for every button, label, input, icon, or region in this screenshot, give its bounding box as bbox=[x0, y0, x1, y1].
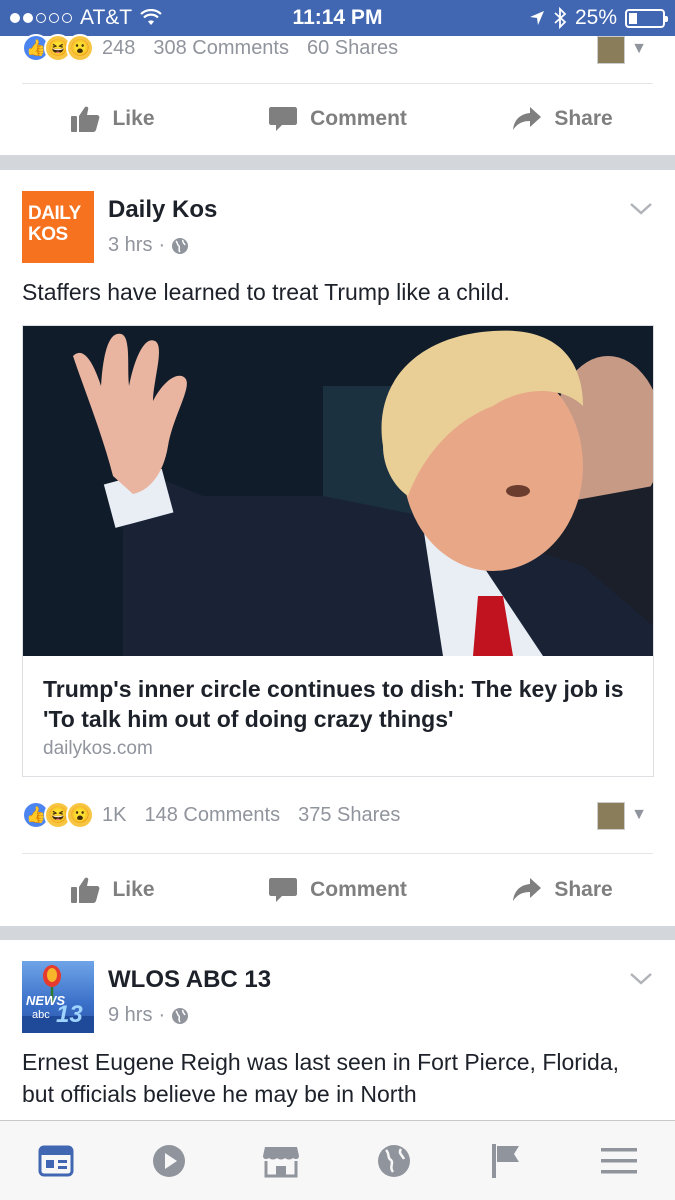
post-meta: 3 hrs · bbox=[108, 234, 189, 257]
thumbs-up-icon bbox=[71, 106, 100, 132]
chevron-down-icon[interactable]: ▼ bbox=[631, 806, 647, 824]
action-row: Like Comment Share bbox=[0, 84, 675, 154]
location-arrow-icon bbox=[529, 11, 544, 25]
wlos-logo[interactable]: NEWS abc 13 bbox=[22, 961, 94, 1033]
comment-button[interactable]: Comment bbox=[225, 876, 450, 904]
comment-icon bbox=[269, 878, 298, 902]
post-meta: 9 hrs · bbox=[108, 1004, 189, 1027]
dailykos-post-card: DAILY KOS Daily Kos 3 hrs · Staffers hav… bbox=[0, 170, 675, 926]
page-name[interactable]: WLOS ABC 13 bbox=[108, 966, 271, 994]
tab-globe[interactable] bbox=[364, 1131, 424, 1191]
tab-marketplace[interactable] bbox=[251, 1131, 311, 1191]
tab-video[interactable] bbox=[139, 1131, 199, 1191]
reaction-count: 248 bbox=[102, 36, 136, 59]
post-time[interactable]: 9 hrs bbox=[108, 1004, 152, 1027]
logo-text-line2: KOS bbox=[28, 224, 68, 245]
page-name[interactable]: Daily Kos bbox=[108, 196, 217, 224]
globe-icon bbox=[172, 1007, 189, 1024]
comment-label: Comment bbox=[310, 878, 407, 901]
tab-menu[interactable] bbox=[589, 1131, 649, 1191]
reactions-summary[interactable]: 👍 😆 😮 1K 148 Comments 375 Shares bbox=[22, 801, 400, 829]
post-text: Ernest Eugene Reigh was last seen in For… bbox=[22, 1049, 620, 1107]
globe-icon bbox=[377, 1144, 410, 1177]
divider bbox=[22, 853, 653, 854]
play-video-icon bbox=[152, 1144, 185, 1177]
news-feed-icon bbox=[38, 1145, 74, 1176]
battery-percent: 25% bbox=[574, 6, 617, 29]
share-label: Share bbox=[554, 878, 613, 901]
comments-count[interactable]: 148 Comments bbox=[144, 804, 280, 827]
like-label: Like bbox=[112, 878, 155, 901]
previous-post-card: 👍 😆 😮 248 308 Comments 60 Shares ▼ Like … bbox=[0, 34, 675, 155]
link-preview-image bbox=[23, 326, 653, 656]
logo-abc-text: abc bbox=[32, 1009, 50, 1021]
thumbs-up-icon bbox=[71, 877, 100, 903]
shares-count[interactable]: 60 Shares bbox=[307, 37, 398, 60]
action-row: Like Comment Share bbox=[0, 855, 675, 925]
bluetooth-icon bbox=[554, 7, 567, 29]
share-label: Share bbox=[554, 107, 613, 130]
like-button[interactable]: Like bbox=[0, 876, 225, 904]
share-arrow-icon bbox=[513, 878, 542, 901]
shares-count[interactable]: 375 Shares bbox=[298, 804, 400, 827]
reactions-summary[interactable]: 👍 😆 😮 248 308 Comments 60 Shares bbox=[22, 34, 398, 62]
reaction-count: 1K bbox=[102, 803, 127, 826]
post-time[interactable]: 3 hrs bbox=[108, 234, 152, 257]
tab-news-feed[interactable] bbox=[26, 1131, 86, 1191]
link-title[interactable]: Trump's inner circle continues to dish: … bbox=[43, 674, 633, 734]
chevron-down-icon[interactable] bbox=[629, 972, 653, 986]
share-button[interactable]: Share bbox=[450, 877, 675, 903]
link-preview-info: Trump's inner circle continues to dish: … bbox=[23, 656, 653, 776]
share-arrow-icon bbox=[513, 107, 542, 130]
globe-icon bbox=[172, 237, 189, 254]
like-button[interactable]: Like bbox=[0, 105, 225, 133]
flag-icon bbox=[492, 1143, 520, 1178]
status-bar: AT&T 11:14 PM 25% bbox=[0, 0, 675, 36]
chevron-down-icon[interactable] bbox=[629, 202, 653, 216]
logo-text-line1: DAILY bbox=[28, 203, 81, 224]
dailykos-logo[interactable]: DAILY KOS bbox=[22, 191, 94, 263]
like-label: Like bbox=[112, 107, 155, 130]
share-button[interactable]: Share bbox=[450, 106, 675, 132]
separator-dot: · bbox=[158, 234, 166, 256]
battery-icon bbox=[625, 8, 668, 28]
wow-reaction-icon: 😮 bbox=[66, 34, 94, 62]
post-text: Staffers have learned to treat Trump lik… bbox=[22, 279, 510, 305]
link-domain: dailykos.com bbox=[43, 738, 153, 759]
comments-count[interactable]: 308 Comments bbox=[153, 37, 289, 60]
wlos-post-card: NEWS abc 13 WLOS ABC 13 9 hrs · Ernest E… bbox=[0, 940, 675, 1120]
reacting-as-avatar[interactable] bbox=[597, 802, 625, 830]
tab-pages[interactable] bbox=[476, 1131, 536, 1191]
wow-reaction-icon: 😮 bbox=[66, 801, 94, 829]
separator-dot: · bbox=[158, 1004, 166, 1026]
marketplace-icon bbox=[263, 1146, 300, 1177]
bottom-tab-bar bbox=[0, 1120, 675, 1200]
comment-button[interactable]: Comment bbox=[225, 105, 450, 133]
comment-label: Comment bbox=[310, 107, 407, 130]
reacting-as-avatar[interactable] bbox=[597, 36, 625, 64]
comment-icon bbox=[269, 107, 298, 131]
status-right: 25% bbox=[529, 6, 668, 30]
logo-number-text: 13 bbox=[56, 1001, 83, 1028]
photo-illustration bbox=[23, 326, 653, 656]
link-preview[interactable]: Trump's inner circle continues to dish: … bbox=[22, 325, 654, 777]
chevron-down-icon[interactable]: ▼ bbox=[631, 40, 647, 58]
hamburger-menu-icon bbox=[600, 1147, 637, 1173]
